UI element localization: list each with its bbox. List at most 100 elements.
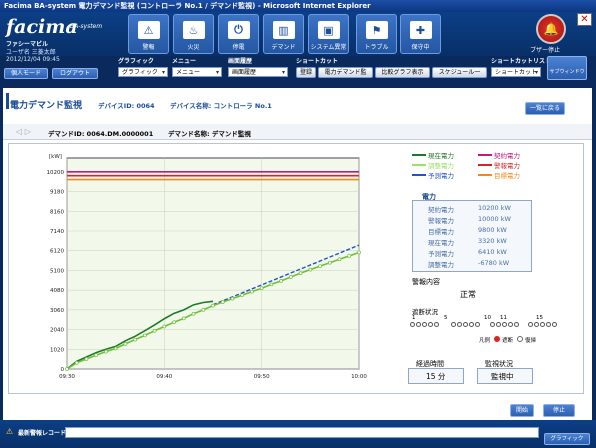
cutoff-lamp (416, 322, 421, 327)
series-point (279, 279, 283, 283)
cutoff-lamp (463, 322, 468, 327)
cutoff-lamp (410, 322, 415, 327)
series-point (220, 300, 225, 304)
legend-line-0 (412, 154, 426, 156)
elapsed-value: 15 分 (426, 372, 446, 381)
legend-line-3 (478, 164, 492, 166)
cutoff-number: 5 (444, 315, 448, 321)
legend-line-4 (412, 174, 426, 176)
cutoff-lamp (546, 322, 551, 327)
series-point (327, 260, 332, 265)
series-point (269, 282, 274, 287)
alarm-status: 正常 (460, 290, 476, 299)
legend-line-5 (478, 174, 492, 176)
power-value: 9800 kW (478, 226, 507, 234)
series-point (289, 275, 293, 279)
chart-legend: 現在電力 契約電力 調整電力 警報電力 予測電力 目標電力 (412, 150, 527, 184)
y-tick-label: 0 (61, 367, 65, 373)
series-point (133, 337, 137, 342)
cutoff-lamp (422, 322, 427, 327)
y-tick-label: 6120 (50, 249, 64, 255)
start-button[interactable]: 開始 (510, 404, 534, 417)
series-point (240, 293, 245, 298)
legend-label-5: 目標電力 (494, 172, 520, 180)
series-point (113, 346, 118, 351)
series-point (104, 349, 108, 354)
cutoff-lamp (514, 322, 519, 327)
cutoff-number: 1 (412, 315, 416, 321)
series-point (65, 367, 69, 371)
cut-indicator-icon (494, 336, 500, 342)
series-point (181, 316, 186, 321)
recover-label: 復帰 (525, 338, 537, 344)
latest-alarm-field[interactable] (65, 427, 539, 438)
cutoff-lamp (475, 322, 480, 327)
cutoff-lamp (490, 322, 495, 327)
series-point (172, 320, 176, 325)
series-point (230, 296, 235, 301)
y-tick-label: 7140 (50, 229, 64, 235)
y-tick-label: 5100 (50, 268, 64, 274)
cutoff-lamp (508, 322, 513, 327)
power-label: 調整電力 (428, 261, 454, 269)
power-value: 10000 kW (478, 215, 511, 223)
series-point (298, 271, 303, 275)
stop-button[interactable]: 停止 (543, 404, 575, 417)
warning-icon: ⚠ (6, 427, 14, 436)
legend-label-3: 警報電力 (494, 162, 520, 170)
series-point (201, 308, 206, 312)
cutoff-lamp (534, 322, 539, 327)
cutoff-lamp (528, 322, 533, 327)
cutoff-number: 11 (500, 315, 507, 321)
cutoff-lamp (434, 322, 439, 327)
power-label: 警報電力 (428, 217, 454, 225)
y-tick-label: 8160 (50, 209, 64, 215)
power-value: 6410 kW (478, 248, 507, 256)
cutoff-lamp (469, 322, 474, 327)
power-value: 10200 kW (478, 204, 511, 212)
latest-alarm-label: 最新警報レコード (18, 430, 67, 437)
y-tick-label: 1020 (50, 347, 64, 353)
cutoff-lamp (457, 322, 462, 327)
cutoff-number: 10 (484, 315, 491, 321)
y-tick-label: 4080 (50, 288, 64, 294)
series-point (143, 333, 147, 338)
legend-label-4: 予測電力 (428, 172, 454, 180)
series-point (318, 264, 322, 269)
series-point (123, 342, 128, 346)
power-label: 予測電力 (428, 250, 454, 258)
recover-indicator-icon (517, 336, 523, 342)
y-tick-label: 2040 (50, 328, 64, 334)
legend-line-1 (478, 154, 492, 156)
x-tick-label: 10:00 (351, 374, 367, 380)
series-point (94, 353, 99, 357)
series-point (308, 267, 313, 272)
legend-label-0: 現在電力 (428, 152, 454, 160)
cutoff-lamp (496, 322, 501, 327)
cutoff-lamp (552, 322, 557, 327)
series-point (191, 311, 196, 316)
series-point (250, 289, 254, 294)
cutoff-lamp (428, 322, 433, 327)
series-point (152, 328, 157, 333)
power-value: -6780 kW (478, 259, 510, 267)
graphic-footer-button[interactable]: グラフィック (544, 433, 590, 445)
legend-label-2: 調整電力 (428, 162, 454, 170)
series-point (357, 250, 361, 255)
series-point (347, 254, 352, 258)
legend-line-2 (412, 164, 426, 166)
series-point (259, 286, 264, 291)
cutoff-lamp (540, 322, 545, 327)
cutoff-number: 15 (536, 315, 543, 321)
monitor-value: 監視中 (491, 372, 514, 381)
cutoff-lamps (410, 322, 557, 332)
series-point (337, 257, 342, 262)
power-label: 契約電力 (428, 206, 454, 214)
y-tick-label: 9180 (50, 190, 64, 196)
power-label: 目標電力 (428, 228, 454, 236)
x-tick-label: 09:30 (59, 374, 75, 380)
cutoff-lamp (451, 322, 456, 327)
series-point (84, 357, 89, 361)
legend-label: 凡例 (479, 338, 491, 344)
legend-label-1: 契約電力 (494, 152, 520, 160)
